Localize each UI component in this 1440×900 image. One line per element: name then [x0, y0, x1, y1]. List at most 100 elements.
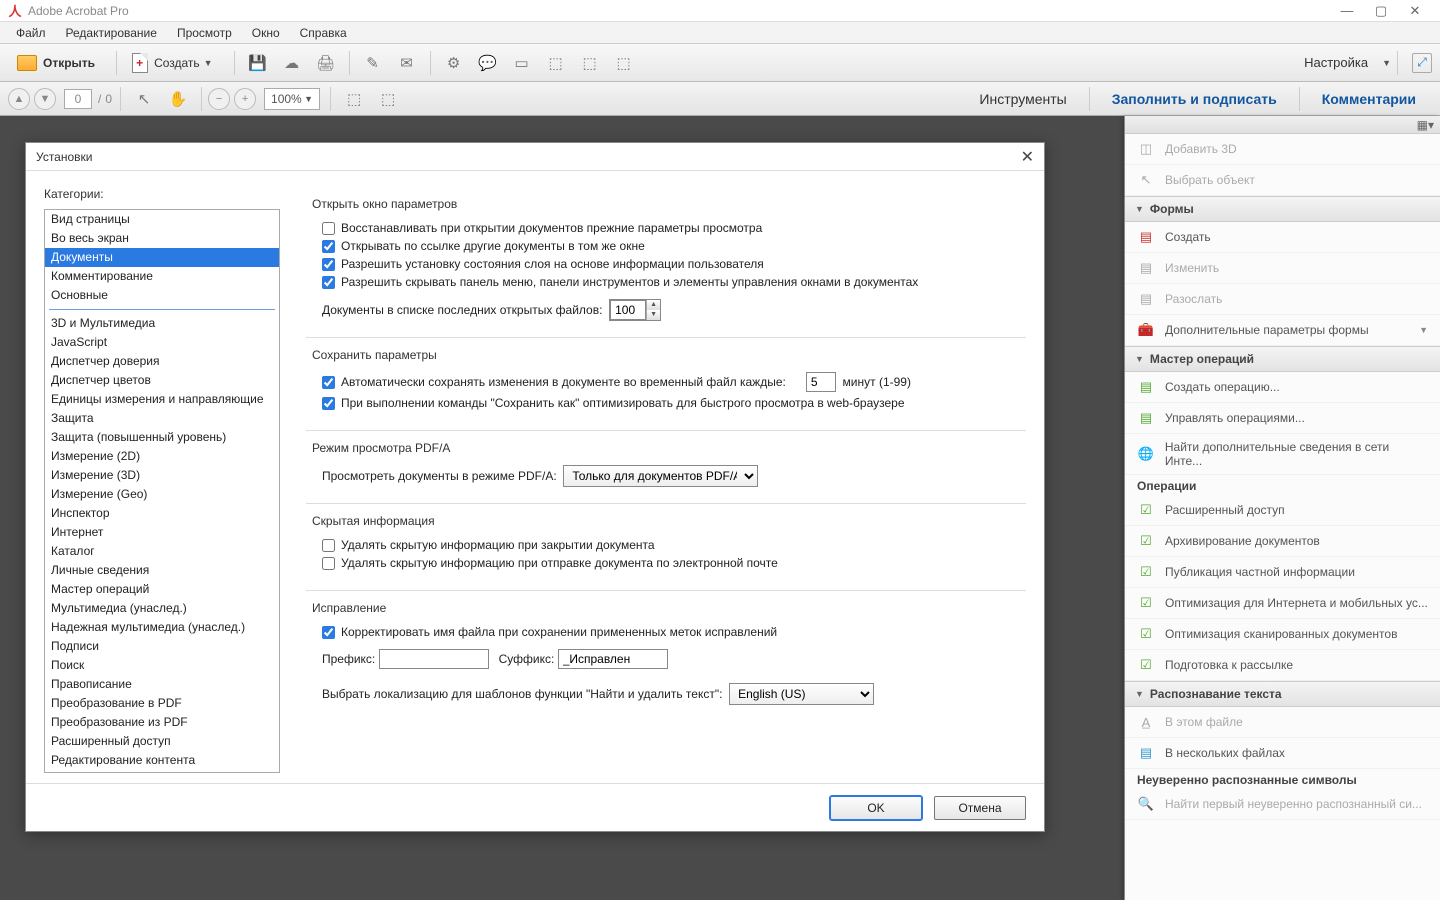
category-item[interactable]: Мультимедиа (унаслед.): [45, 599, 279, 618]
category-item[interactable]: Инспектор: [45, 504, 279, 523]
remove-on-email-checkbox[interactable]: Удалять скрытую информацию при отправке …: [322, 556, 1020, 570]
forms-create[interactable]: ▤Создать: [1125, 222, 1440, 253]
category-item[interactable]: Основные: [45, 286, 279, 305]
fit-width-icon[interactable]: ⬚: [343, 89, 365, 109]
hand-icon[interactable]: ✋: [167, 89, 189, 109]
category-item[interactable]: Расширенный доступ: [45, 732, 279, 751]
chat-icon[interactable]: 💬: [477, 53, 499, 73]
category-item[interactable]: Вид страницы: [45, 210, 279, 229]
op-prepare-distrib[interactable]: ☑Подготовка к рассылке: [1125, 650, 1440, 681]
category-item[interactable]: Надежная мультимедиа (унаслед.): [45, 618, 279, 637]
hide-menubar-checkbox[interactable]: Разрешить скрывать панель меню, панели и…: [322, 275, 1020, 289]
op-archive[interactable]: ☑Архивирование документов: [1125, 526, 1440, 557]
create-action[interactable]: ▤Создать операцию...: [1125, 372, 1440, 403]
recent-docs-input[interactable]: [610, 300, 646, 320]
attach-icon[interactable]: ⬚: [579, 53, 601, 73]
prefix-input[interactable]: [379, 649, 489, 669]
menu-file[interactable]: Файл: [6, 26, 56, 40]
action-wizard-header[interactable]: ▼Мастер операций: [1125, 346, 1440, 372]
suffix-input[interactable]: [558, 649, 668, 669]
page-up-button[interactable]: ▲: [8, 88, 30, 110]
forms-more[interactable]: 🧰Дополнительные параметры формы▼: [1125, 315, 1440, 346]
mail-icon[interactable]: ✉: [396, 53, 418, 73]
close-button[interactable]: ✕: [1398, 1, 1432, 21]
adjust-filename-checkbox[interactable]: Корректировать имя файла при сохранении …: [322, 625, 1020, 639]
op-accessible[interactable]: ☑Расширенный доступ: [1125, 495, 1440, 526]
category-item[interactable]: Защита (повышенный уровень): [45, 428, 279, 447]
find-more-online[interactable]: 🌐Найти дополнительные сведения в сети Ин…: [1125, 434, 1440, 475]
tab-fill-sign[interactable]: Заполнить и подписать: [1096, 83, 1293, 115]
minimize-button[interactable]: —: [1330, 1, 1364, 21]
spin-down-icon[interactable]: ▼: [647, 310, 660, 320]
panel-menu-icon[interactable]: ▦▾: [1417, 118, 1434, 132]
category-item[interactable]: Редактирование контента: [45, 751, 279, 770]
localization-select[interactable]: English (US): [729, 683, 874, 705]
same-window-checkbox[interactable]: Открывать по ссылке другие документы в т…: [322, 239, 1020, 253]
ok-button[interactable]: OK: [830, 796, 922, 820]
category-item[interactable]: Интернет: [45, 523, 279, 542]
category-item[interactable]: Диспетчер цветов: [45, 371, 279, 390]
zoom-out-button[interactable]: −: [208, 88, 230, 110]
category-item[interactable]: Правописание: [45, 675, 279, 694]
layer-state-checkbox[interactable]: Разрешить установку состояния слоя на ос…: [322, 257, 1020, 271]
spin-up-icon[interactable]: ▲: [647, 300, 660, 310]
print-icon[interactable]: 🖨: [315, 53, 337, 73]
menu-edit[interactable]: Редактирование: [56, 26, 167, 40]
tab-tools[interactable]: Инструменты: [963, 83, 1082, 115]
cancel-button[interactable]: Отмена: [934, 796, 1026, 820]
category-item[interactable]: Измерение (2D): [45, 447, 279, 466]
category-item[interactable]: Измерение (3D): [45, 466, 279, 485]
pdfa-mode-select[interactable]: Только для документов PDF/A: [563, 465, 758, 487]
gear-icon[interactable]: ⚙: [443, 53, 465, 73]
pointer-icon[interactable]: ↖: [133, 89, 155, 109]
customize-link[interactable]: Настройка: [1294, 55, 1378, 70]
autosave-minutes-input[interactable]: [806, 372, 836, 392]
page-down-button[interactable]: ▼: [34, 88, 56, 110]
op-optimize-web[interactable]: ☑Оптимизация для Интернета и мобильных у…: [1125, 588, 1440, 619]
manage-actions[interactable]: ▤Управлять операциями...: [1125, 403, 1440, 434]
sign-icon[interactable]: ⬚: [613, 53, 635, 73]
category-item[interactable]: Подписи: [45, 637, 279, 656]
categories-list[interactable]: Вид страницыВо весь экранДокументыКоммен…: [44, 209, 280, 773]
stamp-icon[interactable]: ⬚: [545, 53, 567, 73]
category-item[interactable]: Документы: [45, 248, 279, 267]
forms-header[interactable]: ▼Формы: [1125, 196, 1440, 222]
category-item[interactable]: JavaScript: [45, 333, 279, 352]
op-publish[interactable]: ☑Публикация частной информации: [1125, 557, 1440, 588]
ocr-header[interactable]: ▼Распознавание текста: [1125, 681, 1440, 707]
tab-comments[interactable]: Комментарии: [1306, 83, 1432, 115]
menu-window[interactable]: Окно: [242, 26, 290, 40]
category-item[interactable]: Рецензирование: [45, 770, 279, 773]
remove-on-close-checkbox[interactable]: Удалять скрытую информацию при закрытии …: [322, 538, 1020, 552]
menu-view[interactable]: Просмотр: [167, 26, 242, 40]
category-item[interactable]: Комментирование: [45, 267, 279, 286]
category-item[interactable]: Диспетчер доверия: [45, 352, 279, 371]
cloud-icon[interactable]: ☁: [281, 53, 303, 73]
highlight-icon[interactable]: ▭: [511, 53, 533, 73]
edit-icon[interactable]: ✎: [362, 53, 384, 73]
category-item[interactable]: Преобразование в PDF: [45, 694, 279, 713]
category-item[interactable]: Преобразование из PDF: [45, 713, 279, 732]
category-item[interactable]: Личные сведения: [45, 561, 279, 580]
restore-view-checkbox[interactable]: Восстанавливать при открытии документов …: [322, 221, 1020, 235]
category-item[interactable]: Во весь экран: [45, 229, 279, 248]
category-item[interactable]: Поиск: [45, 656, 279, 675]
op-optimize-scan[interactable]: ☑Оптимизация сканированных документов: [1125, 619, 1440, 650]
create-button[interactable]: + Создать ▼: [123, 49, 222, 77]
dialog-close-button[interactable]: ✕: [1021, 147, 1034, 167]
open-button[interactable]: Открыть: [8, 51, 104, 75]
save-icon[interactable]: 💾: [247, 53, 269, 73]
page-current-input[interactable]: 0: [64, 89, 92, 109]
zoom-in-button[interactable]: +: [234, 88, 256, 110]
maximize-button[interactable]: ▢: [1364, 1, 1398, 21]
menu-help[interactable]: Справка: [290, 26, 357, 40]
category-item[interactable]: Измерение (Geo): [45, 485, 279, 504]
fullscreen-icon[interactable]: ⤢: [1412, 53, 1432, 73]
category-item[interactable]: Защита: [45, 409, 279, 428]
fit-page-icon[interactable]: ⬚: [377, 89, 399, 109]
category-item[interactable]: 3D и Мультимедиа: [45, 314, 279, 333]
zoom-select[interactable]: 100%▼: [264, 88, 320, 110]
category-item[interactable]: Мастер операций: [45, 580, 279, 599]
ocr-multi-file[interactable]: ▤В нескольких файлах: [1125, 738, 1440, 769]
category-item[interactable]: Единицы измерения и направляющие: [45, 390, 279, 409]
